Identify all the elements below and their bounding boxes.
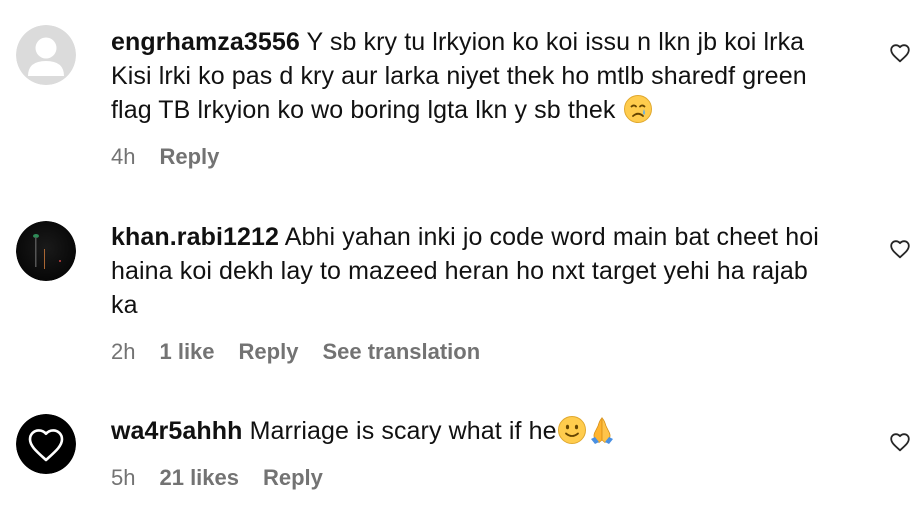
comment-meta: 2h 1 like Reply See translation xyxy=(111,339,504,365)
comment-username[interactable]: wa4r5ahhh xyxy=(111,417,243,445)
comment-username[interactable]: khan.rabi1212 xyxy=(111,223,279,251)
comment-text: wa4r5ahhh Marriage is scary what if he xyxy=(111,414,876,448)
reply-button[interactable]: Reply xyxy=(263,465,323,491)
comment-text: khan.rabi1212 Abhi yahan inki jo code wo… xyxy=(111,220,876,322)
comment-timestamp: 2h xyxy=(111,339,136,364)
comment-text: engrhamza3556 Y sb kry tu lrkyion ko koi… xyxy=(111,25,876,127)
default-avatar-icon xyxy=(16,25,76,85)
slightly-smiling-face-icon xyxy=(557,416,586,444)
crying-face-icon xyxy=(623,95,652,123)
comment-meta: 4h Reply xyxy=(111,144,243,170)
comment-username[interactable]: engrhamza3556 xyxy=(111,28,300,56)
comment-meta: 5h 21 likes Reply xyxy=(111,465,347,491)
likes-count[interactable]: 21 likes xyxy=(159,465,239,491)
folded-hands-icon xyxy=(590,417,613,444)
reply-button[interactable]: Reply xyxy=(239,339,299,365)
see-translation-link[interactable]: See translation xyxy=(322,339,480,365)
likes-count[interactable]: 1 like xyxy=(159,339,214,365)
dark-photo-avatar-icon xyxy=(16,221,76,281)
comment-timestamp: 5h xyxy=(111,465,136,490)
like-heart-icon[interactable] xyxy=(888,430,912,454)
comment-timestamp: 4h xyxy=(111,144,136,169)
like-heart-icon[interactable] xyxy=(888,237,912,261)
like-heart-icon[interactable] xyxy=(888,41,912,65)
avatar[interactable] xyxy=(16,414,76,474)
avatar[interactable] xyxy=(16,221,76,281)
comment-body: Marriage is scary what if he xyxy=(249,417,557,445)
avatar[interactable] xyxy=(16,25,76,85)
heart-outline-avatar-icon xyxy=(16,414,76,474)
reply-button[interactable]: Reply xyxy=(159,144,219,170)
